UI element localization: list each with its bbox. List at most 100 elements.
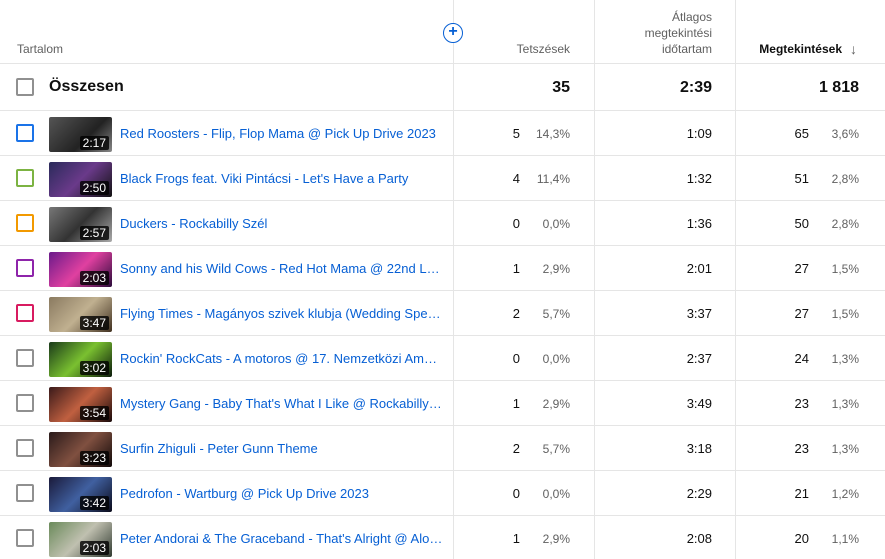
header-avg-view-duration[interactable]: Átlagos megtekintési időtartam: [582, 9, 712, 57]
video-duration: 3:54: [79, 406, 109, 420]
row-likes-percent: 0,0%: [542, 217, 570, 231]
video-title-link[interactable]: Sonny and his Wild Cows - Red Hot Mama @…: [120, 261, 444, 277]
row-views: 50: [794, 216, 809, 231]
video-duration: 2:57: [79, 226, 109, 240]
total-label: Összesen: [49, 78, 124, 95]
video-thumbnail[interactable]: 3:23: [49, 432, 112, 467]
video-thumbnail[interactable]: 3:42: [49, 477, 112, 512]
row-avg-duration: 3:18: [686, 441, 712, 456]
analytics-content-table: Tartalom + Tetszések Átlagos megtekintés…: [0, 0, 885, 559]
row-likes: 0: [512, 486, 520, 501]
header-views-label: Megtekintések: [759, 42, 842, 56]
row-views: 24: [794, 351, 809, 366]
table-row: 2:57 Duckers - Rockabilly Szél 0 0,0% 1:…: [0, 201, 885, 246]
video-title-link[interactable]: Black Frogs feat. Viki Pintácsi - Let's …: [120, 171, 444, 187]
row-likes-percent: 11,4%: [536, 172, 570, 186]
row-views-percent: 1,1%: [831, 532, 859, 546]
row-views: 23: [794, 396, 809, 411]
row-views-percent: 2,8%: [831, 217, 859, 231]
row-likes: 5: [512, 126, 520, 141]
video-thumbnail[interactable]: 2:50: [49, 162, 112, 197]
row-views-percent: 2,8%: [831, 172, 859, 186]
row-checkbox[interactable]: [16, 349, 34, 367]
table-row: 3:02 Rockin' RockCats - A motoros @ 17. …: [0, 336, 885, 381]
header-likes[interactable]: Tetszések: [517, 41, 570, 57]
row-likes: 4: [512, 171, 520, 186]
row-views: 27: [794, 261, 809, 276]
table-row: 3:54 Mystery Gang - Baby That's What I L…: [0, 381, 885, 426]
video-title-link[interactable]: Rockin' RockCats - A motoros @ 17. Nemze…: [120, 351, 444, 367]
row-likes: 1: [512, 531, 520, 546]
row-avg-duration: 3:49: [686, 396, 712, 411]
video-title-link[interactable]: Red Roosters - Flip, Flop Mama @ Pick Up…: [120, 126, 444, 142]
row-likes-percent: 5,7%: [542, 307, 570, 321]
row-likes-percent: 2,9%: [542, 262, 570, 276]
row-checkbox[interactable]: [16, 394, 34, 412]
video-title-link[interactable]: Peter Andorai & The Graceband - That's A…: [120, 531, 444, 547]
row-likes: 1: [512, 261, 520, 276]
row-avg-duration: 1:36: [686, 216, 712, 231]
header-content[interactable]: Tartalom: [17, 41, 63, 57]
row-views-percent: 1,3%: [831, 397, 859, 411]
video-thumbnail[interactable]: 2:57: [49, 207, 112, 242]
row-checkbox[interactable]: [16, 214, 34, 232]
table-row: 3:47 Flying Times - Magányos szivek klub…: [0, 291, 885, 336]
video-duration: 3:42: [79, 496, 109, 510]
header-views[interactable]: Megtekintések ↓: [759, 41, 857, 57]
row-views: 51: [794, 171, 809, 186]
add-column-icon[interactable]: +: [443, 23, 463, 43]
video-title-link[interactable]: Flying Times - Magányos szivek klubja (W…: [120, 306, 444, 322]
row-avg-duration: 2:29: [686, 486, 712, 501]
table-row: 3:42 Pedrofon - Wartburg @ Pick Up Drive…: [0, 471, 885, 516]
row-views-percent: 1,5%: [831, 262, 859, 276]
video-title-link[interactable]: Duckers - Rockabilly Szél: [120, 216, 444, 232]
header-avg-line2: megtekintési: [644, 26, 712, 40]
select-all-checkbox[interactable]: [16, 78, 34, 96]
row-checkbox[interactable]: [16, 439, 34, 457]
total-views: 1 818: [818, 79, 859, 96]
row-likes-percent: 0,0%: [542, 352, 570, 366]
row-views-percent: 3,6%: [831, 127, 859, 141]
video-duration: 3:47: [79, 316, 109, 330]
row-views: 21: [794, 486, 809, 501]
video-thumbnail[interactable]: 2:17: [49, 117, 112, 152]
row-checkbox[interactable]: [16, 169, 34, 187]
row-likes: 2: [512, 441, 520, 456]
header-avg-line1: Átlagos: [671, 10, 712, 24]
table-row: 2:03 Sonny and his Wild Cows - Red Hot M…: [0, 246, 885, 291]
video-thumbnail[interactable]: 2:03: [49, 522, 112, 557]
row-checkbox[interactable]: [16, 484, 34, 502]
row-checkbox[interactable]: [16, 259, 34, 277]
row-likes: 0: [512, 351, 520, 366]
arrow-down-icon: ↓: [850, 41, 857, 57]
row-avg-duration: 3:37: [686, 306, 712, 321]
row-likes-percent: 14,3%: [535, 127, 570, 141]
row-likes-percent: 5,7%: [542, 442, 570, 456]
video-thumbnail[interactable]: 2:03: [49, 252, 112, 287]
video-thumbnail[interactable]: 3:54: [49, 387, 112, 422]
video-thumbnail[interactable]: 3:02: [49, 342, 112, 377]
row-views-percent: 1,3%: [831, 352, 859, 366]
row-checkbox[interactable]: [16, 529, 34, 547]
table-row: 2:17 Red Roosters - Flip, Flop Mama @ Pi…: [0, 111, 885, 156]
video-thumbnail[interactable]: 3:47: [49, 297, 112, 332]
row-views-percent: 1,5%: [831, 307, 859, 321]
video-duration: 2:50: [79, 181, 109, 195]
row-checkbox[interactable]: [16, 304, 34, 322]
header-avg-line3: időtartam: [661, 42, 712, 56]
row-views-percent: 1,3%: [831, 442, 859, 456]
video-duration: 3:02: [79, 361, 109, 375]
row-views: 27: [794, 306, 809, 321]
video-title-link[interactable]: Pedrofon - Wartburg @ Pick Up Drive 2023: [120, 486, 444, 502]
total-likes: 35: [552, 79, 570, 96]
row-checkbox[interactable]: [16, 124, 34, 142]
row-avg-duration: 1:32: [686, 171, 712, 186]
table-row: 3:23 Surfin Zhiguli - Peter Gunn Theme 2…: [0, 426, 885, 471]
row-views-percent: 1,2%: [831, 487, 859, 501]
row-likes-percent: 2,9%: [542, 532, 570, 546]
video-title-link[interactable]: Surfin Zhiguli - Peter Gunn Theme: [120, 441, 444, 457]
total-avg-duration: 2:39: [679, 79, 712, 96]
video-duration: 2:03: [79, 541, 109, 555]
video-title-link[interactable]: Mystery Gang - Baby That's What I Like @…: [120, 396, 444, 412]
row-likes: 1: [512, 396, 520, 411]
